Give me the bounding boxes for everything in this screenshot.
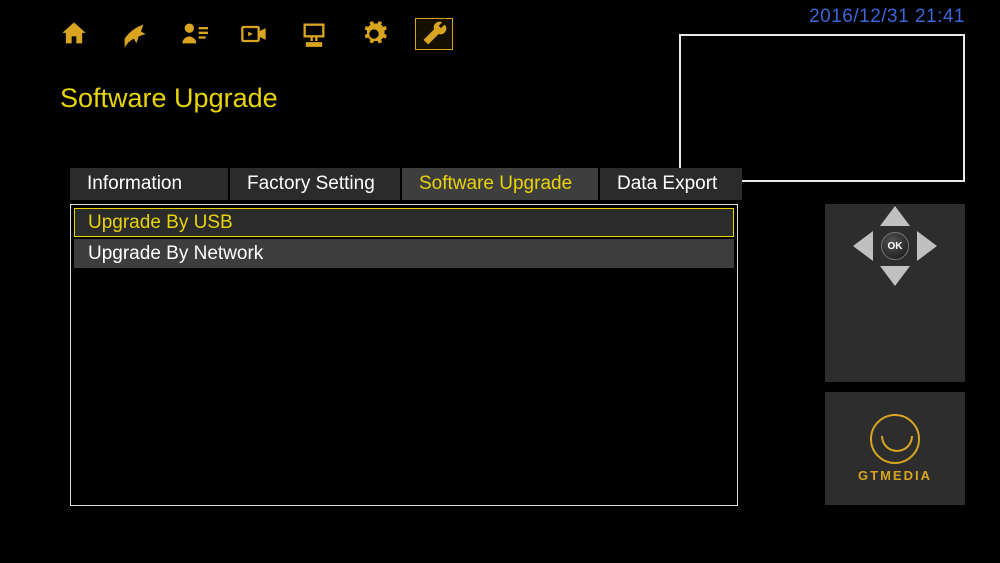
- arrow-right-icon: [917, 231, 937, 261]
- tab-information[interactable]: Information: [70, 168, 228, 200]
- video-icon[interactable]: [235, 18, 273, 50]
- arrow-down-icon: [880, 266, 910, 286]
- brand-logo-icon: [870, 414, 920, 464]
- datetime-label: 2016/12/31 21:41: [809, 6, 965, 28]
- tab-factory-setting[interactable]: Factory Setting: [230, 168, 400, 200]
- ok-button-icon: OK: [881, 232, 909, 260]
- dpad-hint: OK: [825, 204, 965, 382]
- top-nav: [55, 18, 453, 50]
- user-list-icon[interactable]: [175, 18, 213, 50]
- tab-bar: Information Factory Setting Software Upg…: [70, 168, 742, 200]
- content-panel: Upgrade By USB Upgrade By Network: [70, 204, 738, 506]
- arrow-up-icon: [880, 206, 910, 226]
- list-item-upgrade-usb[interactable]: Upgrade By USB: [74, 208, 734, 237]
- settings-icon[interactable]: [355, 18, 393, 50]
- page-title: Software Upgrade: [60, 83, 278, 114]
- tab-data-export[interactable]: Data Export: [600, 168, 742, 200]
- list-item-upgrade-network[interactable]: Upgrade By Network: [74, 239, 734, 268]
- tools-icon[interactable]: [415, 18, 453, 50]
- preview-window: [679, 34, 965, 182]
- tab-software-upgrade[interactable]: Software Upgrade: [402, 168, 598, 200]
- side-panel: OK GTMEDIA: [825, 204, 965, 505]
- arrow-left-icon: [853, 231, 873, 261]
- home-icon[interactable]: [55, 18, 93, 50]
- brand-name: GTMEDIA: [858, 468, 932, 483]
- brand-logo: GTMEDIA: [825, 392, 965, 505]
- network-icon[interactable]: [295, 18, 333, 50]
- satellite-icon[interactable]: [115, 18, 153, 50]
